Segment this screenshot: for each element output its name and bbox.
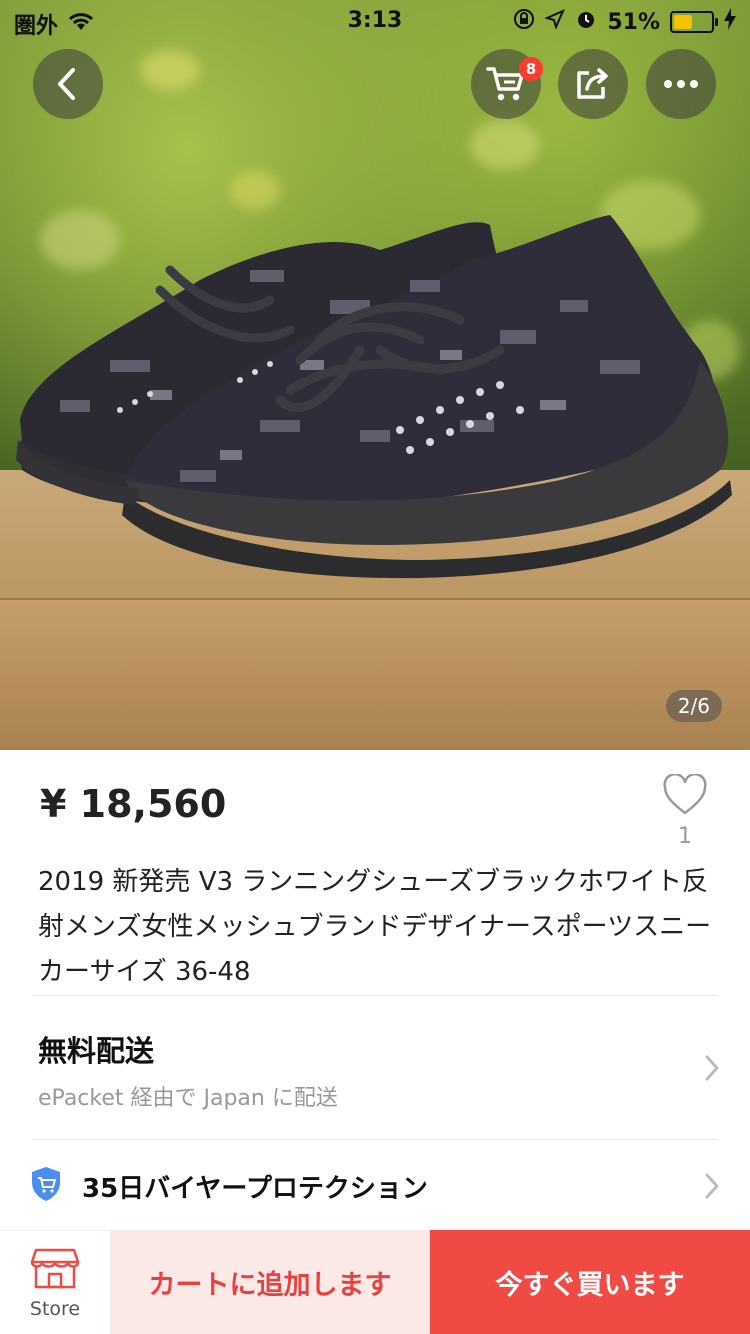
- wishlist-count: 1: [678, 824, 692, 849]
- store-icon: [30, 1246, 80, 1294]
- status-right: 51%: [513, 8, 736, 36]
- buyer-protection-label: 35日バイヤープロテクション: [82, 1173, 428, 1204]
- battery-fill: [674, 15, 692, 29]
- buy-now-button[interactable]: 今すぐ買います: [430, 1230, 750, 1334]
- wishlist-button[interactable]: 1: [660, 773, 710, 849]
- shipping-title: 無料配送: [38, 1034, 155, 1068]
- back-icon: [53, 67, 83, 101]
- battery-percent: 51%: [607, 9, 660, 35]
- share-icon: [575, 67, 611, 101]
- sneakers-illustration: [16, 215, 732, 579]
- store-label: Store: [29, 1297, 81, 1320]
- product-title: 2019 新発売 V3 ランニングシューズブラックホワイト反射メンズ女性メッシュ…: [38, 867, 712, 987]
- shipping-subtitle: ePacket 経由で Japan に配送: [38, 1086, 338, 1111]
- alarm-icon: [575, 8, 597, 36]
- more-button[interactable]: [646, 49, 716, 119]
- orientation-lock-icon: [513, 8, 535, 36]
- store-button[interactable]: Store: [0, 1230, 110, 1334]
- buyer-protection: 35日バイヤープロテクション: [30, 1166, 428, 1206]
- bottom-action-bar: Store カートに追加します 今すぐ買います: [0, 1230, 750, 1334]
- product-price: ¥ 18,560: [40, 782, 227, 826]
- product-image-gallery[interactable]: [0, 0, 750, 750]
- add-to-cart-button[interactable]: カートに追加します: [110, 1230, 430, 1334]
- divider: [32, 1139, 718, 1140]
- chevron-right-icon: [704, 1172, 720, 1204]
- share-button[interactable]: [558, 49, 628, 119]
- back-button[interactable]: [33, 49, 103, 119]
- cart-button[interactable]: 8: [471, 49, 543, 119]
- shield-cart-icon: [30, 1166, 62, 1206]
- cart-count-badge: 8: [519, 57, 543, 81]
- chevron-right-icon: [704, 1054, 720, 1086]
- gallery-page-indicator: 2/6: [665, 690, 722, 722]
- divider: [32, 995, 718, 996]
- battery-icon: [670, 11, 718, 33]
- location-icon: [544, 9, 566, 35]
- heart-icon: [662, 773, 708, 820]
- charging-icon: [724, 8, 736, 36]
- status-bar: 圏外 3:13 51%: [0, 0, 750, 40]
- more-icon: [663, 79, 699, 89]
